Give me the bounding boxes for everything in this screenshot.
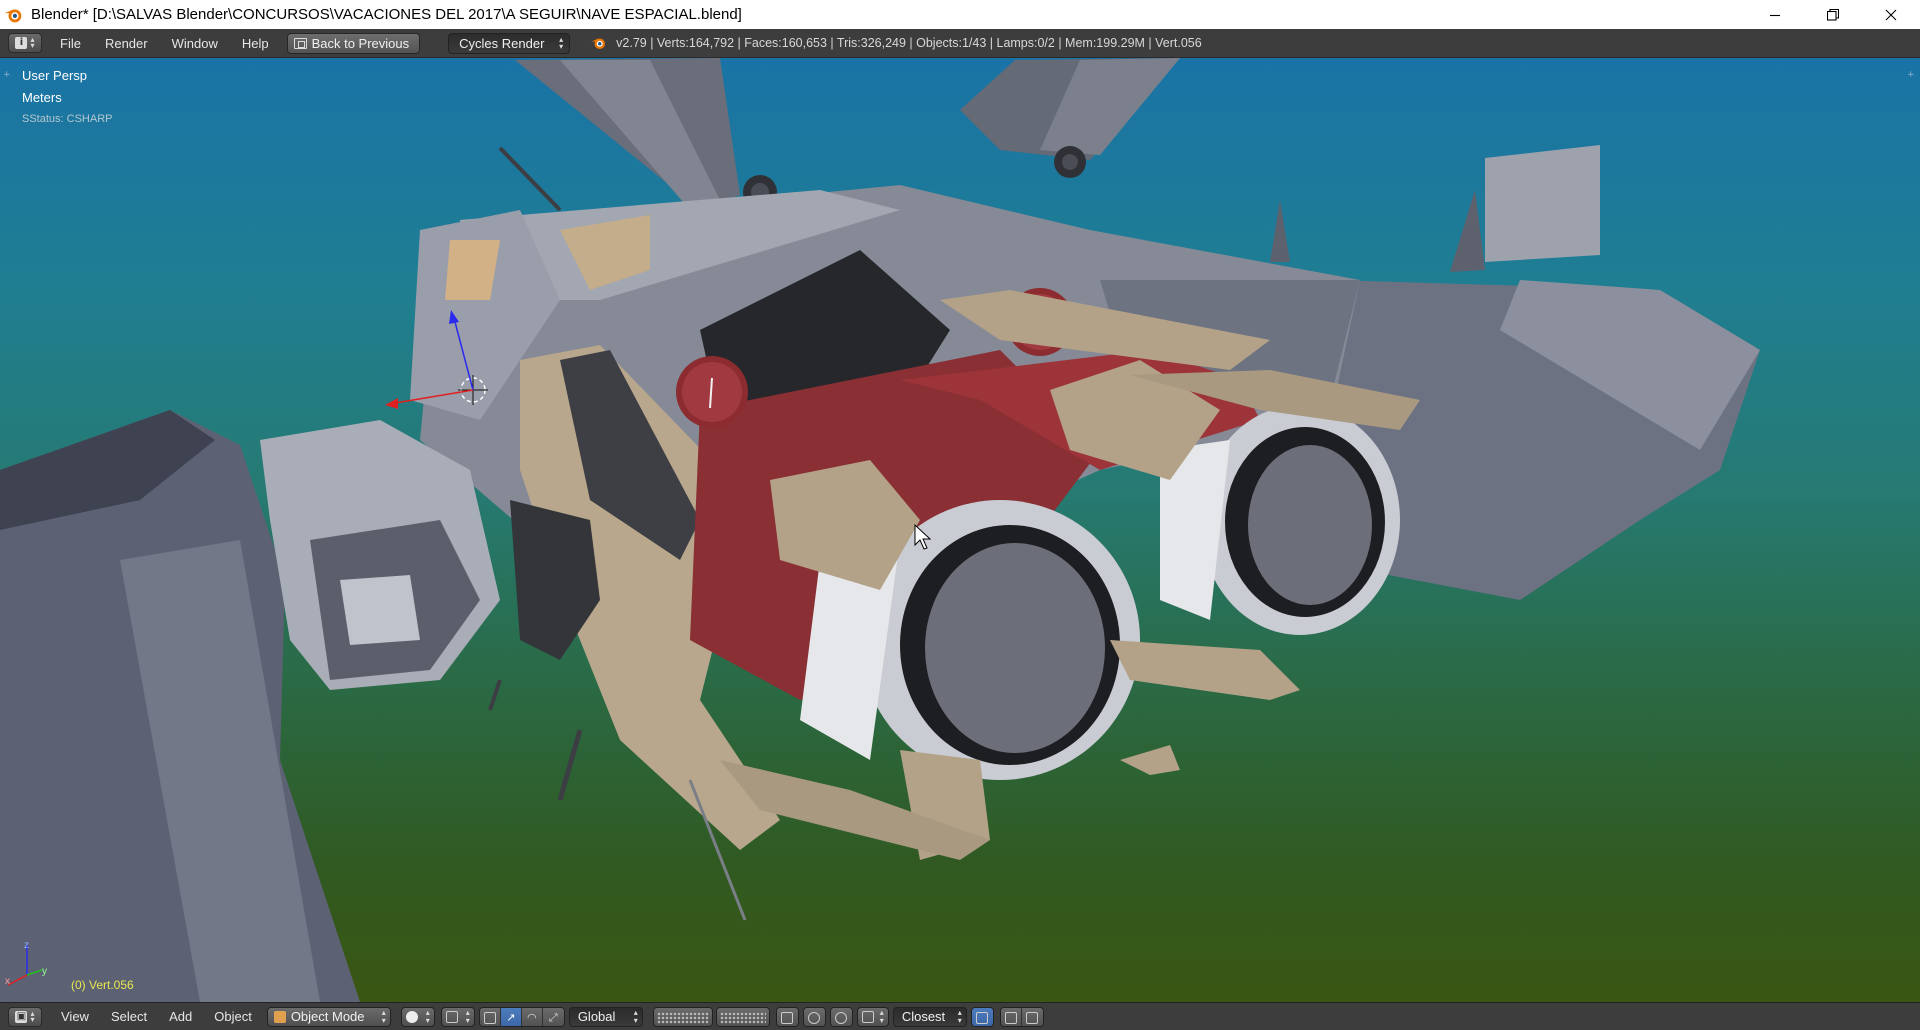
spaceship-model-render xyxy=(0,58,1760,1002)
translate-arrow-icon: ↗ xyxy=(506,1011,516,1024)
menu-select[interactable]: Select xyxy=(100,1009,158,1024)
object-mode-icon xyxy=(273,1010,286,1023)
dropdown-arrows-icon: ▴ ▾ xyxy=(425,1007,430,1025)
lock-layers-button[interactable] xyxy=(776,1007,798,1026)
manipulator-toggle-button[interactable] xyxy=(479,1007,501,1026)
axis-z-label: z xyxy=(24,940,29,951)
rotate-manipulator-button[interactable]: ◠ xyxy=(521,1007,543,1026)
snap-element-icon xyxy=(861,1010,874,1023)
back-to-previous-button[interactable]: Back to Previous xyxy=(286,32,421,54)
pivot-point-icon xyxy=(445,1010,458,1023)
snap-toggle-button[interactable] xyxy=(830,1007,852,1026)
layers-icon xyxy=(656,1011,709,1024)
scale-icon: ⤢ xyxy=(548,1010,558,1024)
snap-toggle-group xyxy=(829,1006,853,1027)
camera-icon xyxy=(1004,1011,1017,1024)
transform-orientation-select[interactable]: Global ▴ ▾ xyxy=(568,1006,643,1027)
proportional-edit-button[interactable] xyxy=(803,1007,825,1026)
layers-group-2 xyxy=(715,1006,770,1027)
3d-view-icon: ▣ xyxy=(15,1010,28,1023)
menu-object[interactable]: Object xyxy=(203,1009,263,1024)
properties-toggle-icon[interactable]: + xyxy=(1907,70,1917,80)
layer-lock-group xyxy=(775,1006,799,1027)
blender-logo-icon xyxy=(591,38,606,49)
active-object-label: (0) Vert.056 xyxy=(71,978,134,992)
magnet-icon xyxy=(835,1011,848,1024)
menu-file[interactable]: File xyxy=(48,29,93,58)
solid-shading-icon xyxy=(405,1010,418,1023)
snap-target-select[interactable]: Closest ▴ ▾ xyxy=(892,1006,967,1027)
opengl-render-animation-button[interactable] xyxy=(1021,1007,1043,1026)
proportional-edit-icon xyxy=(808,1011,821,1024)
snap-target-value: Closest xyxy=(901,1009,946,1024)
render-buttons-group xyxy=(999,1006,1044,1027)
align-rotation-icon xyxy=(976,1011,989,1024)
dropdown-arrows-icon: ▴ ▾ xyxy=(465,1007,470,1025)
view-name-label: User Persp xyxy=(22,68,88,83)
dropdown-arrows-icon: ▴ ▾ xyxy=(957,1007,962,1025)
manipulator-group: ↗ ◠ ⤢ xyxy=(478,1006,565,1027)
lock-icon xyxy=(781,1011,794,1024)
scale-manipulator-button[interactable]: ⤢ xyxy=(542,1007,564,1026)
3d-viewport[interactable]: User Persp Meters SStatus: CSHARP (0) Ve… xyxy=(0,58,1920,1002)
layers-group-1 xyxy=(652,1006,713,1027)
close-icon xyxy=(1885,9,1897,20)
minimize-button[interactable] xyxy=(1746,0,1804,29)
status-label: SStatus: CSHARP xyxy=(22,113,113,125)
window-title: Blender* [D:\SALVAS Blender\CONCURSOS\VA… xyxy=(31,6,742,23)
restore-button[interactable] xyxy=(1804,0,1862,29)
3d-view-header: ▣ ▴ ▾ View Select Add Object Object Mode … xyxy=(0,1002,1920,1030)
window-title-bar: Blender* [D:\SALVAS Blender\CONCURSOS\VA… xyxy=(0,0,1920,29)
menu-help[interactable]: Help xyxy=(230,29,281,58)
back-to-previous-label: Back to Previous xyxy=(311,35,410,51)
menu-render[interactable]: Render xyxy=(93,29,160,58)
dropdown-arrows-icon: ▴ ▾ xyxy=(381,1007,386,1025)
axis-y-label: y xyxy=(42,966,47,977)
opengl-render-image-button[interactable] xyxy=(1000,1007,1022,1026)
toolshelf-toggle-icon[interactable]: + xyxy=(3,70,13,80)
dropdown-arrows-icon: ▴ ▾ xyxy=(559,34,564,51)
align-rotation-group xyxy=(970,1006,994,1027)
axis-x-label: x xyxy=(5,976,10,987)
translate-manipulator-button[interactable]: ↗ xyxy=(500,1007,522,1026)
minimize-icon xyxy=(1770,14,1780,16)
menu-add[interactable]: Add xyxy=(158,1009,203,1024)
interaction-mode-select[interactable]: Object Mode ▴ ▾ xyxy=(266,1006,391,1027)
layer-buttons-1[interactable] xyxy=(653,1007,712,1026)
render-engine-select[interactable]: Cycles Render ▴ ▾ xyxy=(448,32,571,54)
interaction-mode-value: Object Mode xyxy=(290,1009,365,1024)
layers-icon xyxy=(719,1011,766,1024)
render-engine-value: Cycles Render xyxy=(459,35,545,51)
menu-view[interactable]: View xyxy=(50,1009,100,1024)
proportional-edit-group xyxy=(802,1006,826,1027)
transform-orientation-value: Global xyxy=(577,1009,616,1024)
snap-element-select[interactable]: ▴ ▾ xyxy=(856,1006,889,1027)
editor-type-selector[interactable]: i ▴ ▾ xyxy=(8,33,42,53)
close-button[interactable] xyxy=(1862,0,1920,29)
info-icon: i xyxy=(15,37,28,49)
editor-type-selector[interactable]: ▣ ▴ ▾ xyxy=(8,1006,42,1027)
pivot-point-select[interactable]: ▴ ▾ xyxy=(440,1006,475,1027)
info-header: i ▴ ▾ File Render Window Help Back to Pre… xyxy=(0,29,1920,58)
layer-buttons-2[interactable] xyxy=(716,1007,769,1026)
menu-window[interactable]: Window xyxy=(160,29,230,58)
blender-app-icon xyxy=(4,9,22,22)
dropdown-arrows-icon: ▴ ▾ xyxy=(633,1007,638,1025)
viewport-shading-select[interactable]: ▴ ▾ xyxy=(400,1006,435,1027)
units-label: Meters xyxy=(22,90,62,105)
align-rotation-button[interactable] xyxy=(971,1007,993,1026)
screen-back-icon xyxy=(293,37,307,49)
dropdown-arrows-icon: ▴ ▾ xyxy=(30,1008,35,1024)
manipulator-icon xyxy=(483,1011,496,1024)
restore-icon xyxy=(1827,8,1839,21)
rotate-icon: ◠ xyxy=(527,1011,537,1024)
dropdown-arrows-icon: ▴ ▾ xyxy=(30,35,35,50)
scene-statistics: v2.79 | Verts:164,792 | Faces:160,653 | … xyxy=(616,36,1202,50)
dropdown-arrows-icon: ▴ ▾ xyxy=(879,1007,884,1025)
clapper-icon xyxy=(1026,1011,1039,1024)
